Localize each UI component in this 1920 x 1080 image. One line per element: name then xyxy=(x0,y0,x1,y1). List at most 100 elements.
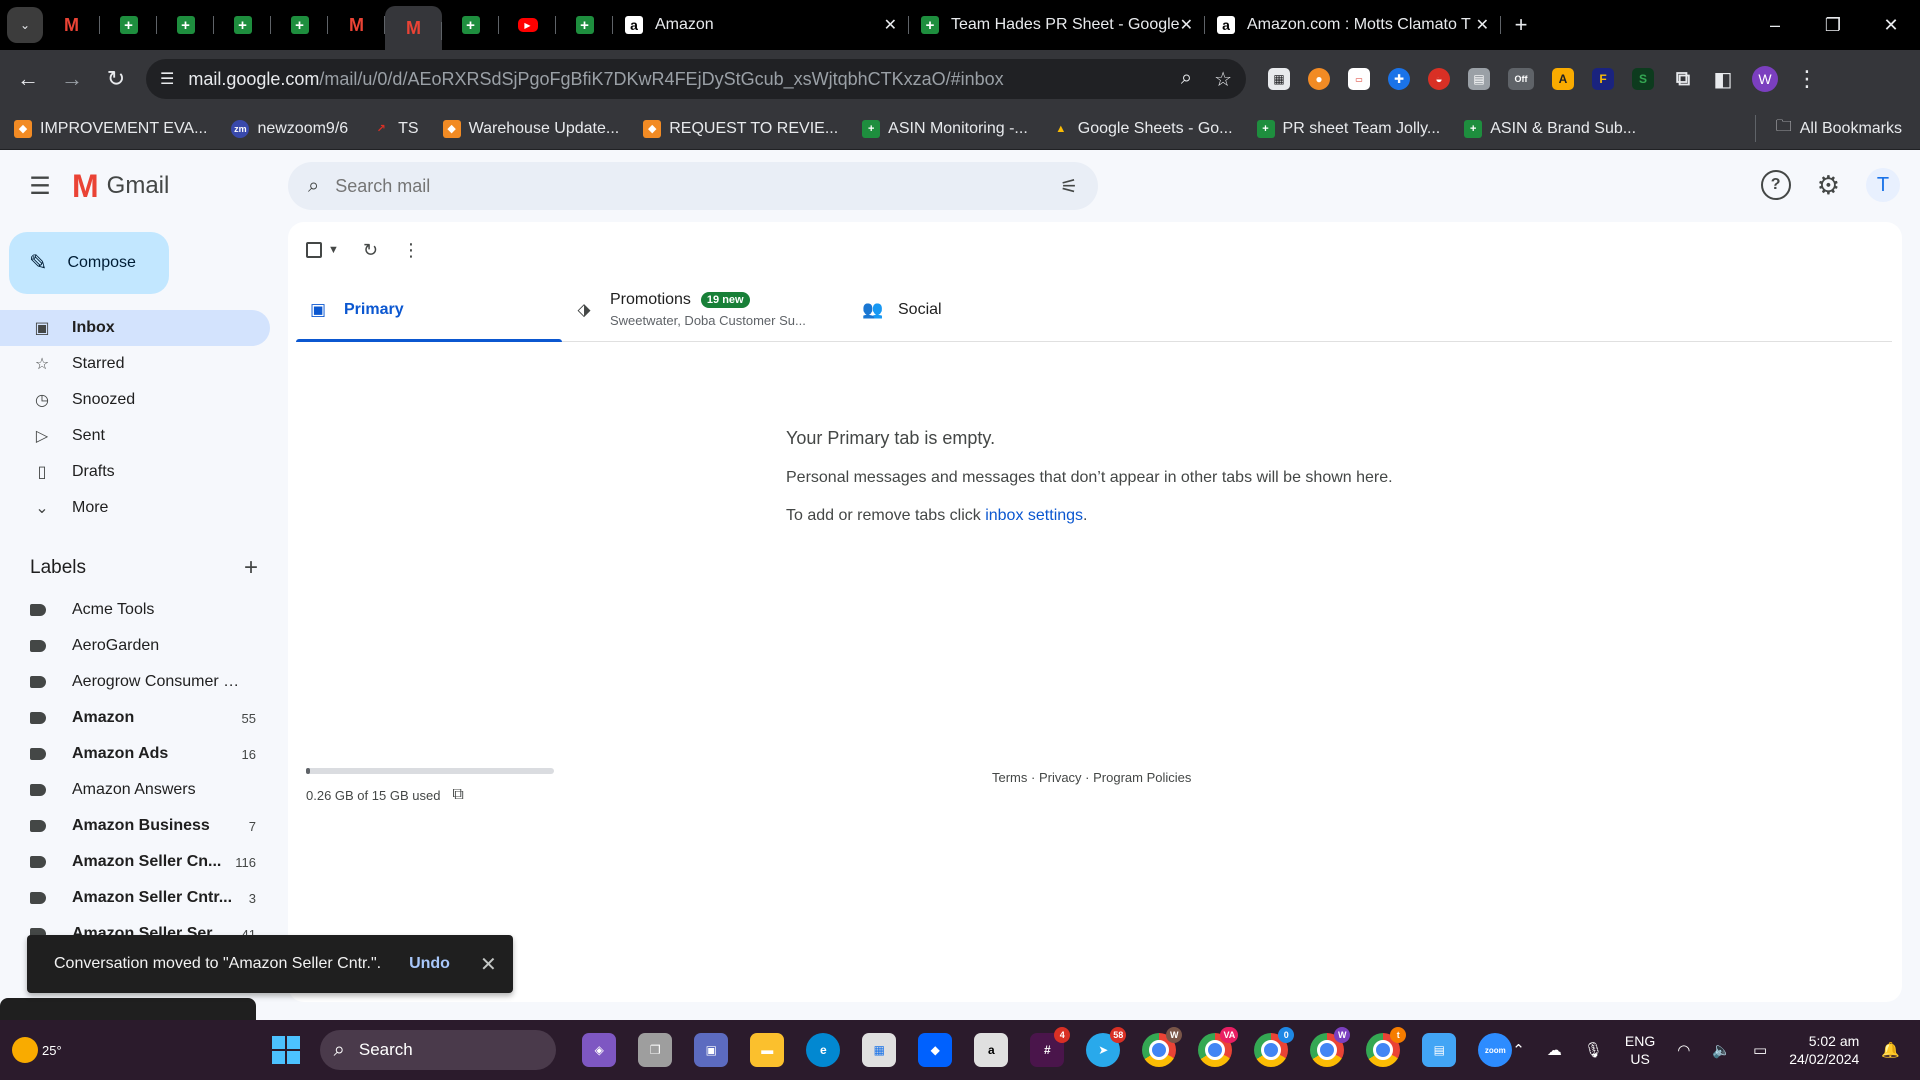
chevron-up-icon[interactable]: ⌃ xyxy=(1512,1041,1525,1059)
label-item[interactable]: Amazon Seller Cn... 116 xyxy=(0,844,270,880)
slack-app-icon[interactable]: #4 xyxy=(1030,1027,1071,1067)
site-info-icon[interactable]: ☰ xyxy=(160,69,174,89)
s-extension-icon[interactable]: S xyxy=(1632,68,1654,90)
add-label-icon[interactable]: + xyxy=(244,554,258,582)
select-checkbox[interactable]: ▼ xyxy=(306,242,339,258)
battery-icon[interactable]: ▭ xyxy=(1753,1041,1767,1059)
pinned-tab-gmail-active[interactable]: M xyxy=(385,6,442,50)
onedrive-icon[interactable]: ☁ xyxy=(1547,1041,1562,1059)
bookmark-item[interactable]: ◆ Warehouse Update... xyxy=(442,119,619,138)
more-vert-icon[interactable]: ⋮ xyxy=(1796,66,1818,92)
label-item[interactable]: Amazon Seller Cntr... 3 xyxy=(0,880,270,916)
tab-promotions[interactable]: ⬗ Promotions 19 new Sweetwater, Doba Cust… xyxy=(562,278,850,341)
forward-arrow-icon[interactable]: → xyxy=(50,66,94,92)
sale-extension-icon[interactable]: ▭ xyxy=(1348,68,1370,90)
more-vert-icon[interactable]: ⋮ xyxy=(402,240,420,261)
plus-extension-icon[interactable]: ✚ xyxy=(1388,68,1410,90)
bookmark-item[interactable]: + PR sheet Team Jolly... xyxy=(1256,119,1440,138)
tab-team-hades[interactable]: + Team Hades PR Sheet - Google ✕ xyxy=(909,0,1205,50)
file-explorer-icon[interactable]: ▬ xyxy=(750,1033,785,1067)
label-item[interactable]: Acme Tools xyxy=(0,592,270,628)
sidebar-item-more[interactable]: ⌄ More xyxy=(0,490,270,526)
bookmark-item[interactable]: + ASIN Monitoring -... xyxy=(862,119,1028,138)
circle-extension-icon[interactable]: ● xyxy=(1308,68,1330,90)
label-item[interactable]: Amazon Ads 16 xyxy=(0,736,270,772)
close-window-icon[interactable]: ✕ xyxy=(1862,15,1920,36)
zoom-search-icon[interactable]: ⌕ xyxy=(1181,67,1192,92)
account-avatar[interactable]: T xyxy=(1866,168,1900,202)
qr-extension-icon[interactable]: ▦ xyxy=(1268,68,1290,90)
pinned-tab-sheets-3[interactable]: + xyxy=(214,0,271,50)
bookmark-item[interactable]: ◆ REQUEST TO REVIE... xyxy=(643,119,838,138)
open-external-icon[interactable]: ⧉ xyxy=(452,786,463,804)
taskbar-search[interactable]: ⌕ Search xyxy=(319,1030,557,1070)
browser-profile-avatar[interactable]: W xyxy=(1752,66,1778,92)
bookmark-item[interactable]: ◆ IMPROVEMENT EVA... xyxy=(14,119,207,138)
undo-button[interactable]: Undo xyxy=(409,955,450,973)
close-icon[interactable]: ✕ xyxy=(884,15,897,35)
pinned-tab-sheets-1[interactable]: + xyxy=(100,0,157,50)
chrome-profile-icon[interactable]: VA xyxy=(1198,1027,1239,1067)
wifi-icon[interactable]: ◠ xyxy=(1677,1041,1690,1059)
bookmark-item[interactable]: zm newzoom9/6 xyxy=(231,119,348,138)
sidebar-item-sent[interactable]: ▷ Sent xyxy=(0,418,270,454)
search-bar[interactable]: ⌕ ⚟ xyxy=(288,162,1098,210)
pinned-tab-sheets-2[interactable]: + xyxy=(157,0,214,50)
chrome-profile-icon[interactable]: t xyxy=(1366,1027,1407,1067)
refresh-icon[interactable]: ↻ xyxy=(363,240,378,261)
search-options-icon[interactable]: ⚟ xyxy=(1060,174,1078,199)
edge-browser-icon[interactable]: e xyxy=(806,1033,841,1067)
task-view-icon[interactable]: ❐ xyxy=(638,1033,673,1067)
chrome-profile-icon[interactable]: W xyxy=(1142,1027,1183,1067)
gmail-logo[interactable]: M Gmail xyxy=(72,168,169,205)
main-menu-icon[interactable]: ☰ xyxy=(16,172,64,201)
pinned-tab-gmail-1[interactable]: M xyxy=(43,0,100,50)
help-icon[interactable]: ? xyxy=(1760,170,1791,200)
f-extension-icon[interactable]: F xyxy=(1592,68,1614,90)
pinned-tab-youtube[interactable]: ▶ xyxy=(499,0,556,50)
bookmark-item[interactable]: ▲ Google Sheets - Go... xyxy=(1052,120,1232,138)
pinned-tab-sheets-6[interactable]: + xyxy=(556,0,613,50)
language-indicator[interactable]: ENG US xyxy=(1625,1032,1655,1068)
inbox-settings-link[interactable]: inbox settings xyxy=(985,507,1083,524)
reload-icon[interactable]: ↻ xyxy=(94,66,138,92)
label-item[interactable]: Amazon Answers xyxy=(0,772,270,808)
sidebar-item-starred[interactable]: ☆ Starred xyxy=(0,346,270,382)
label-item[interactable]: Aerogrow Consumer Se... xyxy=(0,664,270,700)
sidebar-item-snoozed[interactable]: ◷ Snoozed xyxy=(0,382,270,418)
telegram-app-icon[interactable]: ➤ 58 xyxy=(1086,1027,1127,1067)
search-input[interactable] xyxy=(335,175,1061,197)
back-arrow-icon[interactable]: ← xyxy=(6,66,50,92)
label-item[interactable]: Amazon 55 xyxy=(0,700,270,736)
zoom-app-icon[interactable]: zoom xyxy=(1478,1033,1513,1067)
scout-extension-icon[interactable]: A xyxy=(1552,68,1574,90)
puzzle-extensions-icon[interactable]: ⧉ xyxy=(1672,68,1694,90)
notepad-app-icon[interactable]: ▤ xyxy=(1422,1033,1457,1067)
pokeball-extension-icon[interactable]: ◒ xyxy=(1428,68,1450,90)
off-extension-icon[interactable]: Off xyxy=(1508,68,1534,90)
windows-start-icon[interactable] xyxy=(271,1036,300,1064)
side-panel-icon[interactable]: ◧ xyxy=(1712,68,1734,91)
tab-amazon[interactable]: a Amazon ✕ xyxy=(613,0,909,50)
tab-amazon-motts[interactable]: a Amazon.com : Motts Clamato T ✕ xyxy=(1205,0,1501,50)
restore-icon[interactable]: ❐ xyxy=(1804,15,1862,36)
compose-button[interactable]: ✎ Compose xyxy=(9,232,169,294)
footer-links[interactable]: Terms · Privacy · Program Policies xyxy=(992,770,1191,785)
new-tab-button[interactable]: + xyxy=(1501,12,1541,38)
tab-social[interactable]: 👥 Social xyxy=(850,278,1116,341)
chart-extension-icon[interactable]: ▤ xyxy=(1468,68,1490,90)
pinned-tab-gmail-2[interactable]: M xyxy=(328,0,385,50)
search-icon[interactable]: ⌕ xyxy=(308,175,319,198)
close-icon[interactable]: ✕ xyxy=(1180,15,1193,35)
weather-widget[interactable]: 25° xyxy=(12,1037,62,1063)
sidebar-item-drafts[interactable]: ▯ Drafts xyxy=(0,454,270,490)
close-icon[interactable]: ✕ xyxy=(480,952,497,977)
tab-search-button[interactable]: ⌄ xyxy=(7,7,43,43)
bookmark-item[interactable]: + ASIN & Brand Sub... xyxy=(1464,119,1636,138)
amazon-app-icon[interactable]: a xyxy=(974,1033,1009,1067)
dropbox-app-icon[interactable]: ◆ xyxy=(918,1033,953,1067)
teams-app-icon[interactable]: ▣ xyxy=(694,1033,729,1067)
bookmark-star-icon[interactable]: ☆ xyxy=(1214,67,1232,92)
microphone-icon[interactable]: 🎙 xyxy=(1584,1041,1603,1059)
bookmark-item[interactable]: ↗ TS xyxy=(372,120,419,138)
